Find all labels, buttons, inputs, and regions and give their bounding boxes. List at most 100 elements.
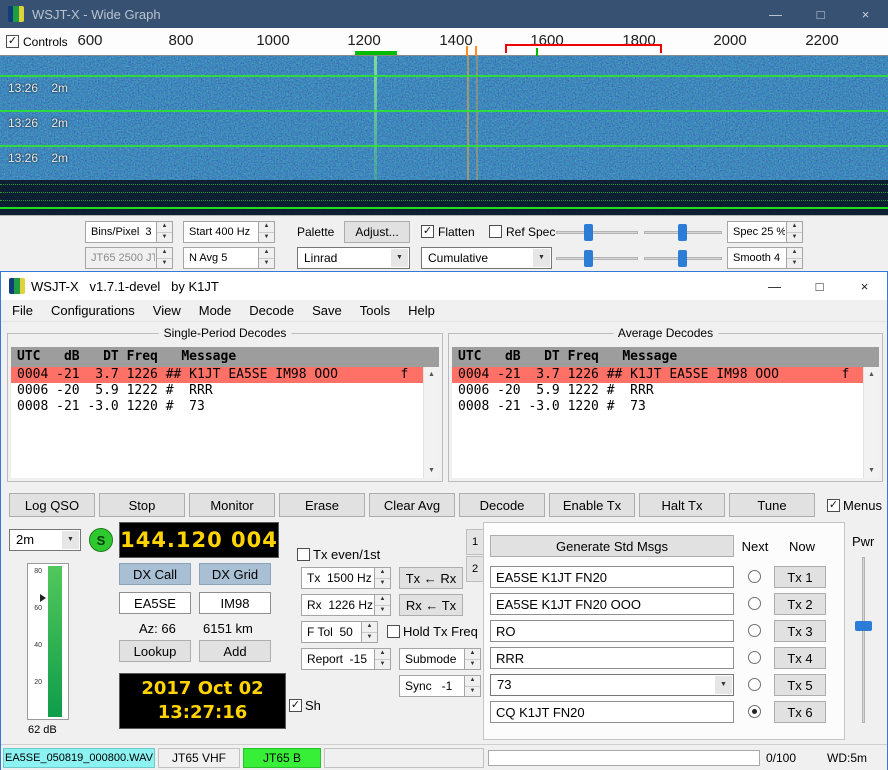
dx-grid-button[interactable]: DX Grid bbox=[199, 563, 271, 585]
start-freq-spinner[interactable]: Start 400 Hz ▲▼ bbox=[183, 221, 275, 243]
report-spinner[interactable]: Report -15 ▲▼ bbox=[301, 648, 391, 670]
spin-up-icon[interactable]: ▲ bbox=[362, 622, 377, 633]
stop-button[interactable]: Stop bbox=[99, 493, 185, 517]
sh-checkbox[interactable]: ✓ bbox=[289, 699, 302, 712]
minimize-icon[interactable]: — bbox=[752, 272, 797, 300]
ref-spec-checkbox[interactable] bbox=[489, 225, 502, 238]
spin-down-icon[interactable]: ▼ bbox=[157, 233, 172, 243]
tx3-now-button[interactable]: Tx 3 bbox=[774, 620, 826, 642]
chevron-down-icon[interactable]: ▼ bbox=[715, 676, 732, 694]
submode-spinner[interactable]: Submode B ▲▼ bbox=[399, 648, 481, 670]
menu-view[interactable]: View bbox=[144, 300, 190, 321]
close-icon[interactable]: × bbox=[843, 0, 888, 28]
frequency-display[interactable]: 144.120 004 bbox=[119, 522, 279, 558]
minimize-icon[interactable]: — bbox=[753, 0, 798, 28]
gain-slider-1[interactable] bbox=[556, 221, 638, 243]
smooth-spinner[interactable]: Smooth 4 ▲▼ bbox=[727, 247, 803, 269]
slider-handle[interactable] bbox=[584, 250, 593, 267]
spec-spinner[interactable]: Spec 25 % ▲▼ bbox=[727, 221, 803, 243]
slider-handle[interactable] bbox=[678, 250, 687, 267]
maximize-icon[interactable]: □ bbox=[797, 272, 842, 300]
spin-up-icon[interactable]: ▲ bbox=[375, 649, 390, 660]
monitor-button[interactable]: Monitor bbox=[189, 493, 275, 517]
palette-select[interactable]: Linrad ▼ bbox=[297, 247, 410, 269]
pwr-slider[interactable] bbox=[862, 557, 865, 723]
slider-handle[interactable] bbox=[678, 224, 687, 241]
spin-down-icon[interactable]: ▼ bbox=[787, 233, 802, 243]
waterfall-display[interactable]: 13:26 2m 13:26 2m 13:26 2m bbox=[0, 56, 888, 215]
menu-configurations[interactable]: Configurations bbox=[42, 300, 144, 321]
band-select[interactable]: 2m ▼ bbox=[9, 529, 81, 551]
zero-slider-2[interactable] bbox=[644, 247, 722, 269]
halt-tx-button[interactable]: Halt Tx bbox=[639, 493, 725, 517]
tx2-now-button[interactable]: Tx 2 bbox=[774, 593, 826, 615]
tx5-message-combo[interactable]: 73 ▼ bbox=[490, 674, 734, 696]
tx-from-rx-button[interactable]: Tx ← Rx bbox=[399, 567, 463, 589]
spin-down-icon[interactable]: ▼ bbox=[465, 687, 480, 697]
spin-down-icon[interactable]: ▼ bbox=[787, 259, 802, 269]
main-titlebar[interactable]: WSJT-X v1.7.1-devel by K1JT — □ × bbox=[1, 272, 887, 300]
menu-save[interactable]: Save bbox=[303, 300, 351, 321]
chevron-down-icon[interactable]: ▼ bbox=[533, 249, 550, 267]
menu-mode[interactable]: Mode bbox=[190, 300, 241, 321]
tx1-next-radio[interactable] bbox=[748, 570, 761, 583]
dx-call-field[interactable]: EA5SE bbox=[119, 592, 191, 614]
clear-avg-button[interactable]: Clear Avg bbox=[369, 493, 455, 517]
spin-down-icon[interactable]: ▼ bbox=[362, 633, 377, 643]
rx-from-tx-button[interactable]: Rx ← Tx bbox=[399, 594, 463, 616]
spin-up-icon[interactable]: ▲ bbox=[465, 676, 480, 687]
spin-down-icon[interactable]: ▼ bbox=[375, 579, 390, 589]
spectrum-mode-select[interactable]: Cumulative ▼ bbox=[421, 247, 552, 269]
tx4-now-button[interactable]: Tx 4 bbox=[774, 647, 826, 669]
zero-slider-1[interactable] bbox=[644, 221, 722, 243]
tx-freq-spinner[interactable]: Tx 1500 Hz ▲▼ bbox=[301, 567, 391, 589]
decode-row[interactable]: 0006 -20 5.9 1222 # RRR bbox=[452, 383, 879, 399]
decode-row[interactable]: 0004 -21 3.7 1226 ## K1JT EA5SE IM98 OOO… bbox=[11, 367, 439, 383]
spin-up-icon[interactable]: ▲ bbox=[375, 595, 390, 606]
scroll-down-icon[interactable]: ▼ bbox=[864, 463, 879, 478]
spin-up-icon[interactable]: ▲ bbox=[259, 248, 274, 259]
tx4-message-field[interactable]: RRR bbox=[490, 647, 734, 669]
menu-decode[interactable]: Decode bbox=[240, 300, 303, 321]
tx5-next-radio[interactable] bbox=[748, 678, 761, 691]
single-decodes-list[interactable]: 0004 -21 3.7 1226 ## K1JT EA5SE IM98 OOO… bbox=[11, 367, 439, 478]
tx6-now-button[interactable]: Tx 6 bbox=[774, 701, 826, 723]
generate-std-msgs-button[interactable]: Generate Std Msgs bbox=[490, 535, 734, 557]
spin-up-icon[interactable]: ▲ bbox=[465, 649, 480, 660]
dx-call-button[interactable]: DX Call bbox=[119, 563, 191, 585]
log-qso-button[interactable]: Log QSO bbox=[9, 493, 95, 517]
scrollbar[interactable]: ▲ ▼ bbox=[423, 367, 439, 478]
n-avg-spinner[interactable]: N Avg 5 ▲▼ bbox=[183, 247, 275, 269]
tab-1[interactable]: 1 bbox=[466, 529, 484, 555]
erase-button[interactable]: Erase bbox=[279, 493, 365, 517]
maximize-icon[interactable]: □ bbox=[798, 0, 843, 28]
menu-tools[interactable]: Tools bbox=[351, 300, 399, 321]
dx-grid-field[interactable]: IM98 bbox=[199, 592, 271, 614]
flatten-checkbox[interactable]: ✓ bbox=[421, 225, 434, 238]
enable-tx-button[interactable]: Enable Tx bbox=[549, 493, 635, 517]
menus-checkbox[interactable]: ✓ bbox=[827, 499, 840, 512]
bins-pixel-spinner[interactable]: Bins/Pixel 3 ▲▼ bbox=[85, 221, 173, 243]
decode-row[interactable]: 0004 -21 3.7 1226 ## K1JT EA5SE IM98 OOO… bbox=[452, 367, 879, 383]
spin-up-icon[interactable]: ▲ bbox=[787, 222, 802, 233]
tx3-message-field[interactable]: RO bbox=[490, 620, 734, 642]
tab-2[interactable]: 2 bbox=[466, 556, 484, 582]
scroll-down-icon[interactable]: ▼ bbox=[424, 463, 439, 478]
adjust-button[interactable]: Adjust... bbox=[344, 221, 410, 243]
chevron-down-icon[interactable]: ▼ bbox=[391, 249, 408, 267]
decode-row[interactable]: 0006 -20 5.9 1222 # RRR bbox=[11, 383, 439, 399]
scroll-up-icon[interactable]: ▲ bbox=[424, 367, 439, 382]
scrollbar[interactable]: ▲ ▼ bbox=[863, 367, 879, 478]
spin-down-icon[interactable]: ▼ bbox=[259, 233, 274, 243]
menu-file[interactable]: File bbox=[3, 300, 42, 321]
rx-freq-spinner[interactable]: Rx 1226 Hz ▲▼ bbox=[301, 594, 391, 616]
tx4-next-radio[interactable] bbox=[748, 651, 761, 664]
tx1-message-field[interactable]: EA5SE K1JT FN20 bbox=[490, 566, 734, 588]
wide-graph-titlebar[interactable]: WSJT-X - Wide Graph — □ × bbox=[0, 0, 888, 28]
tx2-next-radio[interactable] bbox=[748, 597, 761, 610]
chevron-down-icon[interactable]: ▼ bbox=[62, 531, 79, 549]
tx-even-checkbox[interactable] bbox=[297, 548, 310, 561]
spin-down-icon[interactable]: ▼ bbox=[259, 259, 274, 269]
rx-freq-marker[interactable] bbox=[355, 51, 397, 55]
spin-down-icon[interactable]: ▼ bbox=[465, 660, 480, 670]
